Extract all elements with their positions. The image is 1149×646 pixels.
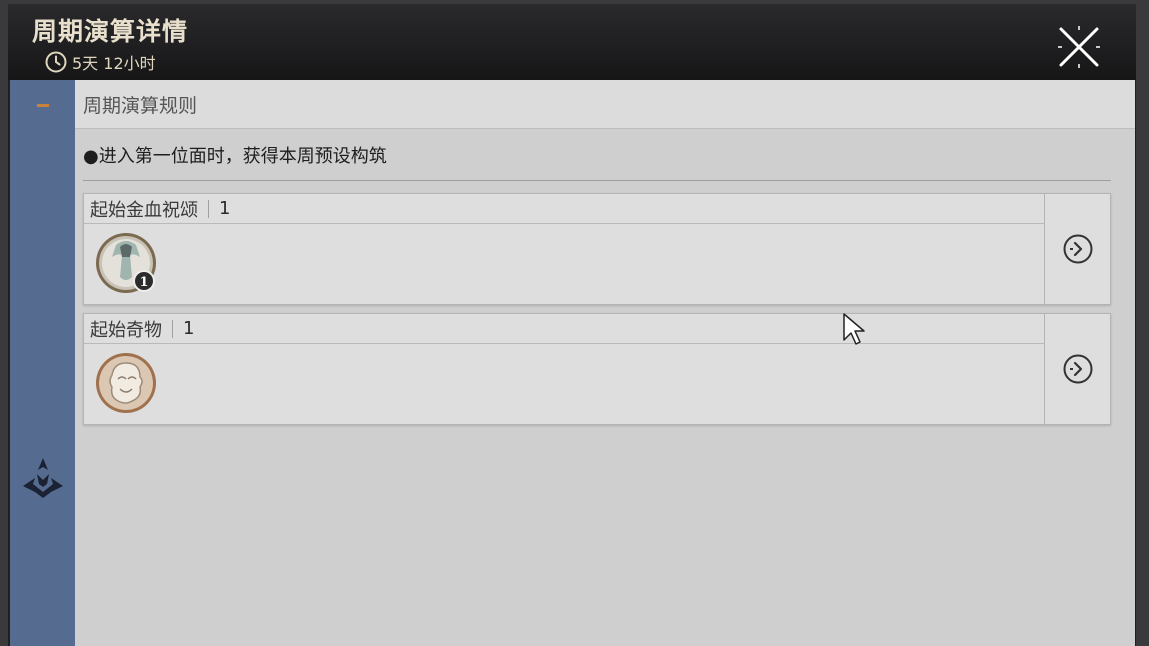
sidebar: [10, 80, 75, 646]
starting-blessing-card: 起始金血祝颂 1 1: [83, 193, 1111, 305]
timer-text: 5天 12小时: [72, 54, 156, 73]
card-label: 起始奇物: [90, 319, 162, 341]
separator: [208, 199, 209, 218]
rule-text: ●进入第一位面时，获得本周预设构筑: [83, 146, 387, 167]
card-label: 起始金血祝颂: [90, 199, 198, 221]
path-emblem-icon: [23, 458, 63, 498]
content-panel: 周期演算规则 ●进入第一位面时，获得本周预设构筑 起始金血祝颂 1 1 起始奇物…: [75, 80, 1135, 646]
curio-item[interactable]: [94, 351, 158, 415]
item-badge: 1: [139, 275, 148, 290]
rules-section-header: 周期演算规则: [75, 80, 1135, 129]
mouse-cursor-icon: [843, 313, 865, 345]
arrow-right-circle-icon: [1063, 354, 1093, 384]
separator: [172, 319, 173, 338]
close-icon: [1058, 26, 1100, 68]
sidebar-marker: [37, 104, 49, 107]
card-count: 1: [219, 198, 231, 219]
clock-icon: [45, 51, 67, 73]
blessing-item[interactable]: 1: [94, 231, 158, 295]
card-count: 1: [183, 318, 195, 339]
curio-icon: [96, 353, 156, 413]
card-header: 起始奇物 1: [84, 314, 1044, 344]
view-blessing-button[interactable]: [1044, 194, 1111, 304]
divider: [83, 180, 1111, 181]
starting-curio-card: 起始奇物 1: [83, 313, 1111, 425]
rules-title: 周期演算规则: [83, 95, 198, 117]
blessing-icon: 1: [96, 233, 156, 293]
remaining-time: 5天 12小时: [44, 50, 156, 74]
card-header: 起始金血祝颂 1: [84, 194, 1044, 224]
window-header: 周期演算详情 5天 12小时: [8, 4, 1136, 80]
close-button[interactable]: [1056, 24, 1102, 70]
arrow-right-circle-icon: [1063, 234, 1093, 264]
page-title: 周期演算详情: [32, 17, 189, 46]
view-curio-button[interactable]: [1044, 314, 1111, 424]
